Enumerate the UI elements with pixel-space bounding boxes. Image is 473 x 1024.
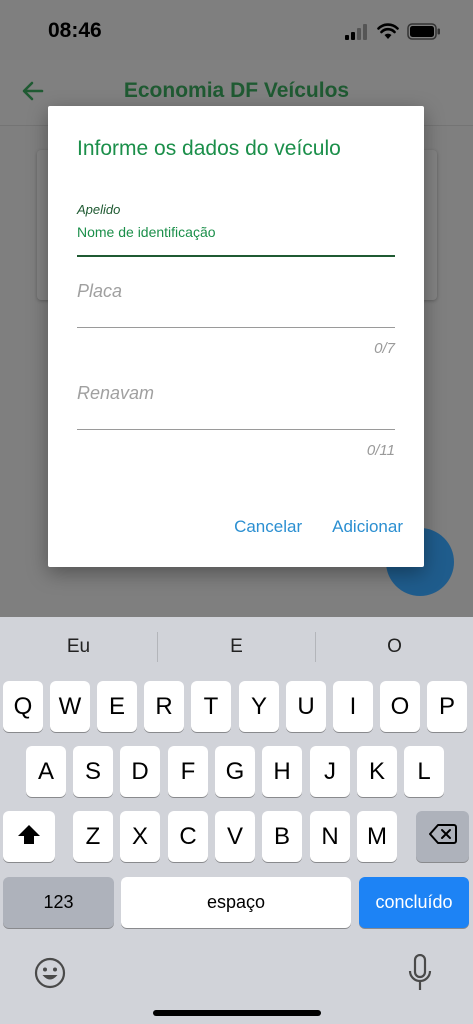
key-w[interactable]: W bbox=[50, 681, 90, 732]
renavam-input[interactable] bbox=[77, 383, 395, 404]
key-b[interactable]: B bbox=[262, 811, 302, 862]
key-a[interactable]: A bbox=[26, 746, 66, 797]
status-time: 08:46 bbox=[48, 19, 102, 42]
key-o[interactable]: O bbox=[380, 681, 420, 732]
placa-underline bbox=[77, 327, 395, 328]
shift-icon bbox=[18, 825, 40, 844]
key-v[interactable]: V bbox=[215, 811, 255, 862]
key-k[interactable]: K bbox=[357, 746, 397, 797]
mic-icon[interactable] bbox=[407, 954, 433, 992]
key-y[interactable]: Y bbox=[239, 681, 279, 732]
apelido-label: Apelido bbox=[77, 202, 121, 217]
placa-counter: 0/7 bbox=[374, 340, 395, 357]
key-j[interactable]: J bbox=[310, 746, 350, 797]
apelido-field: Apelido bbox=[77, 200, 395, 258]
vehicle-data-dialog: Informe os dados do veículo Apelido 0/7 … bbox=[48, 106, 424, 567]
backspace-key[interactable] bbox=[416, 811, 469, 862]
placa-input[interactable] bbox=[77, 281, 395, 302]
key-f[interactable]: F bbox=[168, 746, 208, 797]
app-title: Economia DF Veículos bbox=[123, 79, 350, 102]
key-n[interactable]: N bbox=[310, 811, 350, 862]
status-bar: 08:46 bbox=[0, 0, 473, 60]
key-q[interactable]: Q bbox=[3, 681, 43, 732]
cancel-button[interactable]: Cancelar bbox=[234, 517, 302, 537]
renavam-underline bbox=[77, 429, 395, 430]
key-c[interactable]: C bbox=[168, 811, 208, 862]
key-d[interactable]: D bbox=[120, 746, 160, 797]
wifi-icon bbox=[377, 23, 399, 39]
key-m[interactable]: M bbox=[357, 811, 397, 862]
key-t[interactable]: T bbox=[191, 681, 231, 732]
key-u[interactable]: U bbox=[286, 681, 326, 732]
suggestion-bar: Eu E O bbox=[0, 617, 473, 677]
suggestion-item[interactable]: E bbox=[158, 617, 315, 677]
renavam-field: 0/11 bbox=[77, 383, 395, 459]
placa-field: 0/7 bbox=[77, 281, 395, 357]
suggestion-item[interactable]: Eu bbox=[0, 617, 157, 677]
space-key[interactable]: espaço bbox=[121, 877, 351, 928]
shift-key[interactable] bbox=[3, 811, 55, 862]
battery-icon bbox=[407, 23, 440, 40]
on-screen-keyboard: Eu E O Q W E R T Y U I O P A S D F G H J… bbox=[0, 617, 473, 1024]
backspace-icon bbox=[428, 824, 457, 844]
dialog-actions: Cancelar Adicionar bbox=[234, 517, 403, 537]
key-h[interactable]: H bbox=[262, 746, 302, 797]
key-z[interactable]: Z bbox=[73, 811, 113, 862]
key-e[interactable]: E bbox=[97, 681, 137, 732]
key-g[interactable]: G bbox=[215, 746, 255, 797]
key-i[interactable]: I bbox=[333, 681, 373, 732]
add-button[interactable]: Adicionar bbox=[332, 517, 403, 537]
cellular-signal-icon bbox=[345, 24, 367, 40]
key-r[interactable]: R bbox=[144, 681, 184, 732]
suggestion-item[interactable]: O bbox=[316, 617, 473, 677]
key-s[interactable]: S bbox=[73, 746, 113, 797]
dialog-title: Informe os dados do veículo bbox=[77, 137, 341, 160]
key-p[interactable]: P bbox=[427, 681, 467, 732]
renavam-counter: 0/11 bbox=[366, 442, 395, 459]
done-key[interactable]: concluído bbox=[359, 877, 469, 928]
apelido-input[interactable] bbox=[77, 224, 395, 240]
key-x[interactable]: X bbox=[120, 811, 160, 862]
key-l[interactable]: L bbox=[404, 746, 444, 797]
apelido-underline bbox=[77, 255, 395, 257]
home-indicator bbox=[153, 1010, 321, 1016]
emoji-icon[interactable] bbox=[34, 957, 66, 989]
numbers-key[interactable]: 123 bbox=[3, 877, 114, 928]
